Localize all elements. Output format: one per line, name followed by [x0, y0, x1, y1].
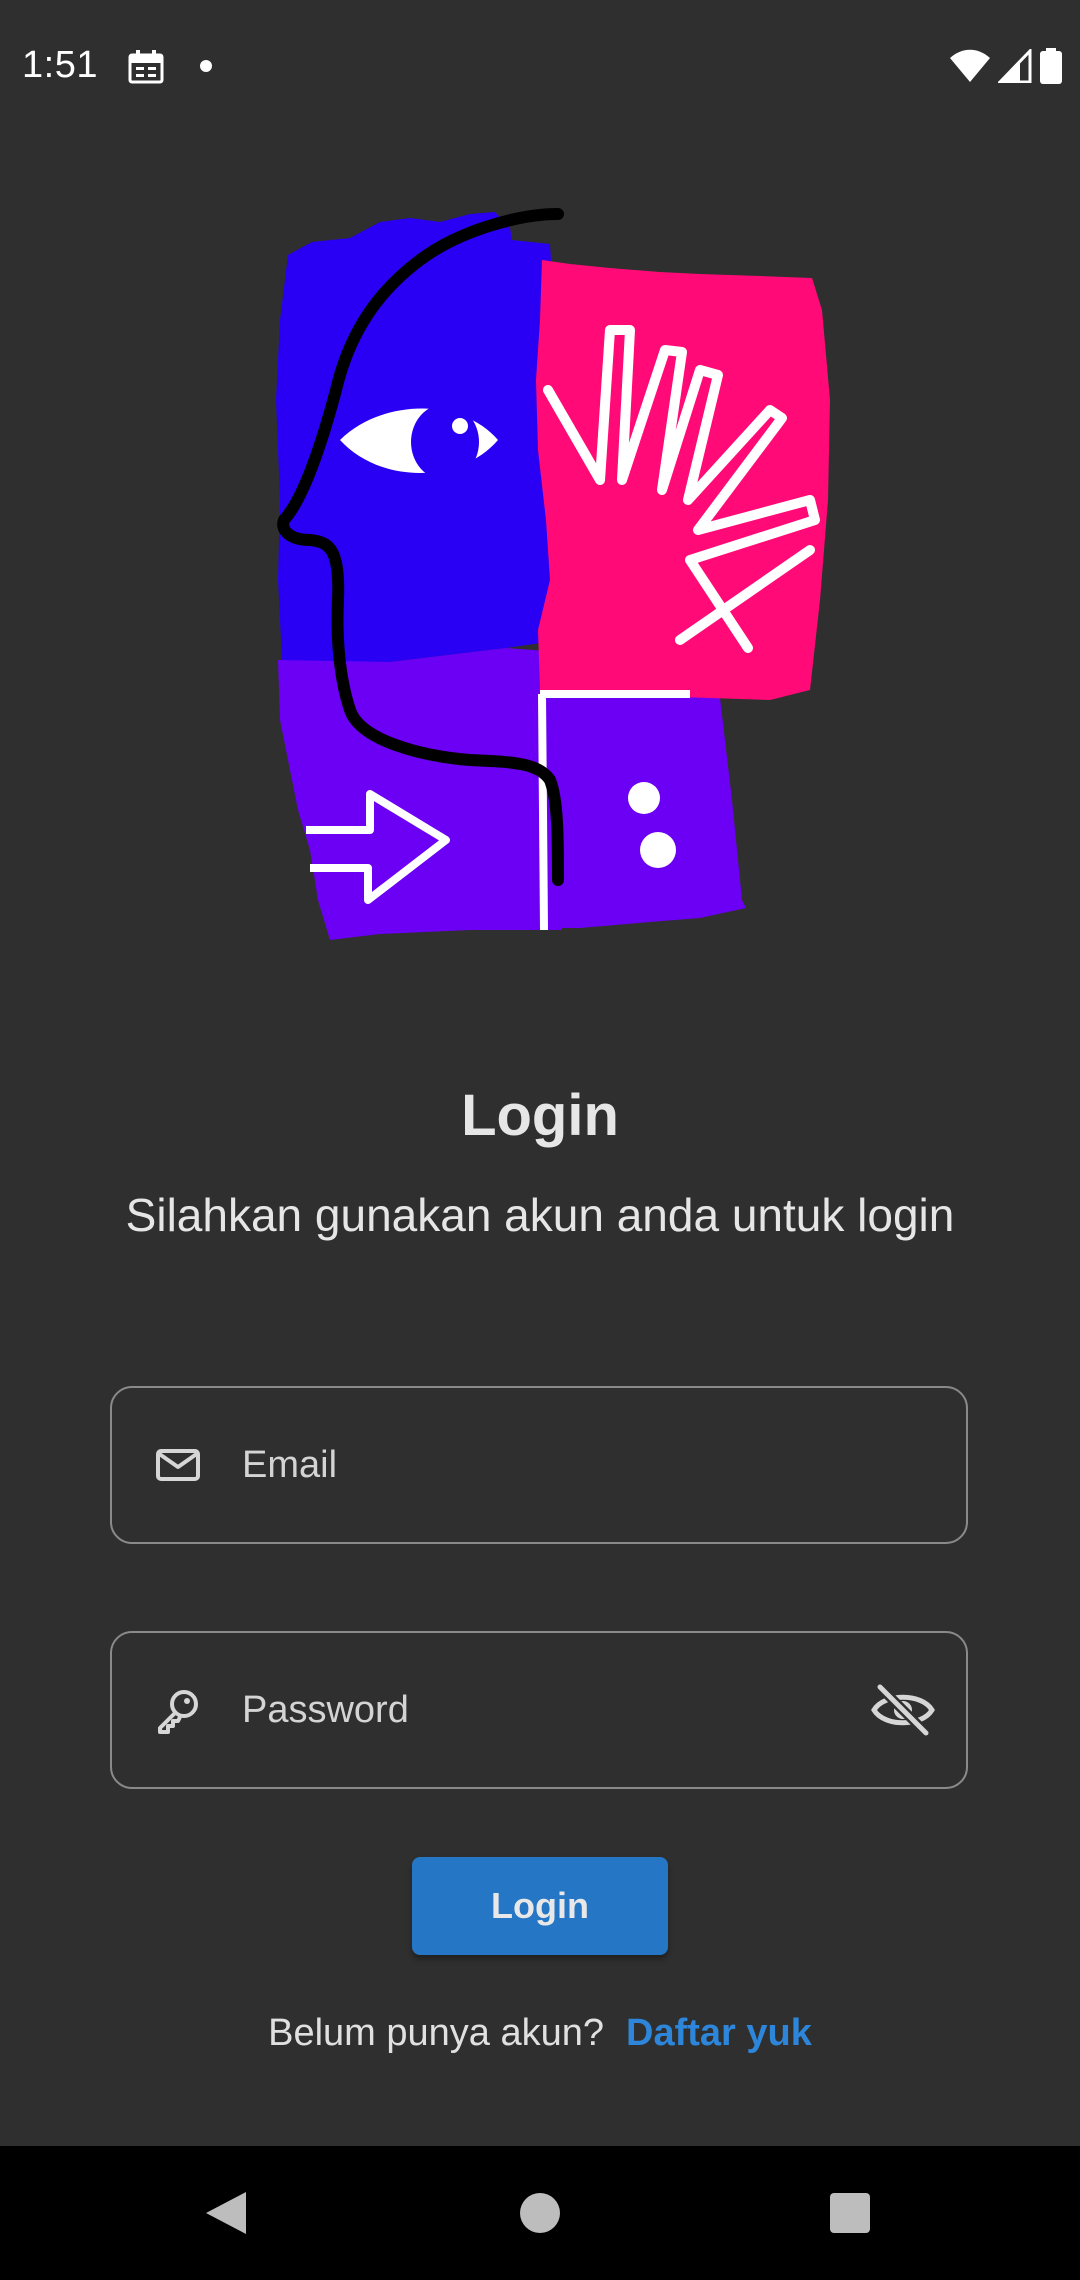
signal-icon [998, 49, 1032, 83]
home-icon[interactable] [520, 2193, 560, 2233]
page-title: Login [461, 1083, 619, 1148]
register-prompt-text: Belum punya akun? [268, 2012, 605, 2054]
battery-icon [1040, 48, 1062, 84]
email-input[interactable] [242, 1388, 802, 1542]
wifi-icon [950, 49, 990, 82]
page-subtitle: Silahkan gunakan akun anda untuk login [125, 1189, 955, 1241]
notification-dot-icon [200, 60, 212, 72]
email-field[interactable] [110, 1386, 968, 1544]
register-prompt: Belum punya akun? Daftar yuk [0, 2012, 1080, 2055]
register-link[interactable]: Daftar yuk [626, 2012, 812, 2054]
password-input[interactable] [242, 1633, 802, 1787]
visibility-off-icon[interactable] [870, 1677, 936, 1743]
status-icons [950, 46, 1062, 86]
status-time: 1:51 [22, 44, 98, 86]
recents-icon[interactable] [830, 2193, 870, 2233]
mail-icon [156, 1449, 200, 1481]
login-button[interactable]: Login [412, 1857, 668, 1955]
head-profile-logo [276, 208, 830, 940]
key-icon [158, 1690, 198, 1734]
back-icon[interactable] [204, 2190, 248, 2236]
navigation-bar [0, 2146, 1080, 2280]
password-field[interactable] [110, 1631, 968, 1789]
calendar-icon [128, 50, 164, 84]
status-bar: 1:51 [0, 0, 1080, 132]
